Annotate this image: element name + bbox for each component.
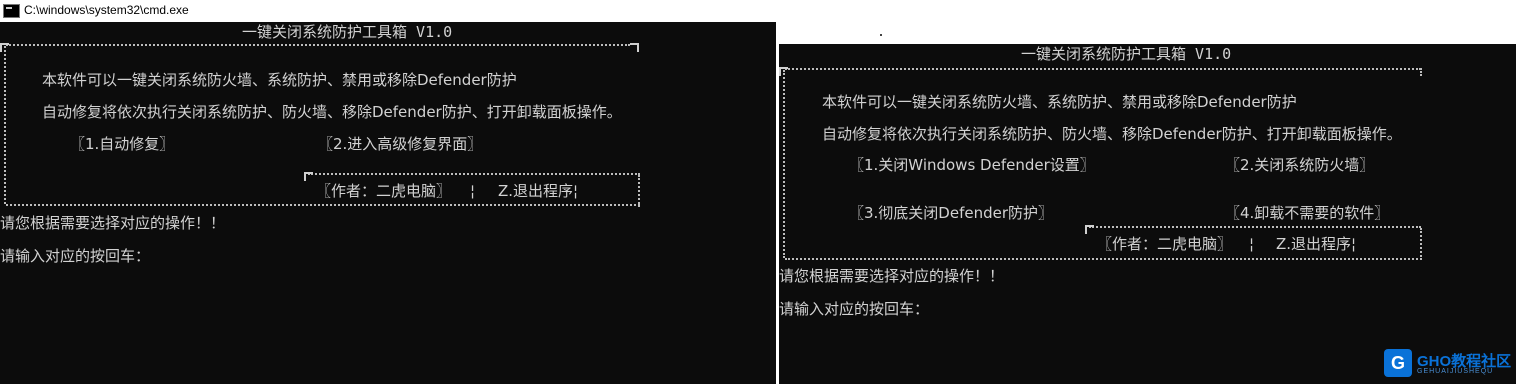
frame-corner-tr	[630, 43, 639, 52]
window-titlebar[interactable]: C:\windows\system32\cmd.exe	[0, 0, 776, 22]
window-title: C:\windows\system32\cmd.exe	[24, 3, 189, 17]
description-line-1: 本软件可以一键关闭系统防火墙、系统防护、禁用或移除Defender防护	[42, 71, 517, 89]
frame-right-border	[1420, 228, 1422, 260]
tool-heading: 一键关闭系统防护工具箱 V1.0	[1021, 45, 1232, 63]
frame-left-border	[4, 46, 6, 204]
frame-left-border	[783, 70, 785, 258]
cmd-icon	[3, 4, 20, 18]
author-label: 〖作者：二虎电脑〗	[316, 182, 452, 200]
right-console[interactable]: 一键关闭系统防护工具箱 V1.0 本软件可以一键关闭系统防火墙、系统防护、禁用或…	[779, 44, 1516, 384]
prompt-input[interactable]: 请输入对应的按回车：	[779, 300, 929, 318]
description-line-2: 自动修复将依次执行关闭系统防护、防火墙、移除Defender防护、打开卸载面板操…	[42, 103, 622, 121]
description-line-2: 自动修复将依次执行关闭系统防护、防火墙、移除Defender防护、打开卸载面板操…	[822, 125, 1402, 143]
frame-corner-tl	[0, 43, 9, 52]
frame-top-border	[785, 68, 1421, 70]
frame-right-border	[638, 175, 640, 207]
option-auto-repair[interactable]: 〖1.自动修复〗	[70, 135, 174, 153]
option-uninstall-software[interactable]: 〖4.卸载不需要的软件〗	[1225, 204, 1389, 222]
option-remove-defender[interactable]: 〖3.彻底关闭Defender防护〗	[849, 204, 1053, 222]
watermark-logo-icon: G	[1384, 349, 1412, 377]
stray-dot	[880, 34, 882, 36]
watermark-subtext: GEHUAIJIUSHEQU	[1417, 368, 1494, 375]
prompt-choose: 请您根据需要选择对应的操作！！	[0, 214, 226, 232]
site-watermark: G GHO教程社区 GEHUAIJIUSHEQU	[1384, 349, 1514, 379]
prompt-input[interactable]: 请输入对应的按回车：	[0, 247, 150, 265]
frame-top-border	[6, 44, 630, 46]
left-console[interactable]: 一键关闭系统防护工具箱 V1.0 本软件可以一键关闭系统防火墙、系统防护、禁用或…	[0, 22, 776, 384]
option-disable-firewall[interactable]: 〖2.关闭系统防火墙〗	[1225, 156, 1374, 174]
tool-heading: 一键关闭系统防护工具箱 V1.0	[242, 23, 453, 41]
prompt-choose: 请您根据需要选择对应的操作！！	[779, 267, 1005, 285]
author-label: 〖作者：二虎电脑〗	[1097, 235, 1233, 253]
description-line-1: 本软件可以一键关闭系统防火墙、系统防护、禁用或移除Defender防护	[822, 93, 1297, 111]
option-exit[interactable]: Z.退出程序¦	[498, 182, 578, 200]
frame-bottom-border	[6, 204, 640, 206]
frame-bottom-border	[785, 258, 1422, 260]
frame-corner-tl	[779, 67, 788, 76]
frame-right-border-top	[1420, 68, 1422, 76]
option-disable-defender-settings[interactable]: 〖1.关闭Windows Defender设置〗	[849, 156, 1095, 174]
footer-separator: ¦	[1249, 235, 1255, 253]
footer-separator: ¦	[470, 182, 476, 200]
option-exit[interactable]: Z.退出程序¦	[1276, 235, 1356, 253]
option-advanced-repair[interactable]: 〖2.进入高级修复界面〗	[318, 135, 482, 153]
footer-corner	[1085, 225, 1094, 234]
footer-corner	[304, 172, 313, 181]
footer-top-border	[1089, 226, 1421, 228]
footer-top-border	[308, 173, 640, 175]
